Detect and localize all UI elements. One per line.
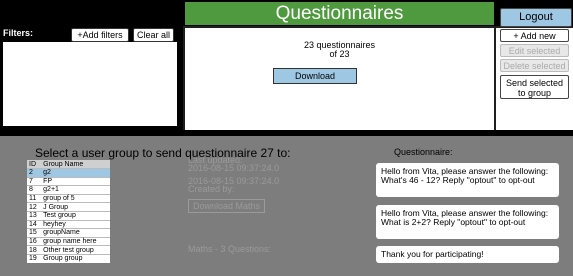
add-filters-button[interactable]: +Add filters [71, 28, 129, 42]
summary-panel: 23 questionnaires of 23 Download [185, 28, 494, 130]
page-title: Questionnaires [185, 2, 494, 25]
group-name: FP [41, 176, 110, 186]
group-name: group name here [41, 236, 110, 246]
header-bar: Questionnaires Logout [0, 0, 573, 27]
filters-label: Filters: [3, 28, 34, 38]
delete-selected-button[interactable]: Delete selected [500, 59, 569, 72]
edit-selected-button[interactable]: Edit selected [500, 44, 569, 57]
table-row[interactable]: 18 Other test group [27, 245, 110, 255]
group-id: 19 [27, 253, 42, 263]
group-name: g2 [41, 168, 110, 178]
logout-button[interactable]: Logout [500, 8, 572, 27]
group-name: Test group [41, 210, 110, 221]
table-row[interactable]: 2 g2 [27, 168, 110, 178]
table-row[interactable]: 15 groupName [27, 228, 110, 238]
user-group-table: ID Group Name 2 g2 7 FP 8 g2+1 11 group of 5… [27, 160, 110, 263]
dialog-title: Select a user group to send questionnair… [35, 146, 291, 160]
group-name: group of 5 [41, 193, 110, 203]
table-row[interactable]: 14 heyhey [27, 219, 110, 229]
table-row[interactable]: 13 Test group [27, 210, 110, 221]
column-header-id: ID [27, 160, 42, 169]
add-new-button[interactable]: + Add new [500, 29, 569, 42]
clear-all-button[interactable]: Clear all [133, 28, 174, 42]
message-bubble: Thank you for participating! [376, 246, 559, 263]
actions-panel: + Add new Edit selected Delete selected … [496, 28, 573, 130]
filters-panel: Filters: +Add filters Clear all [0, 26, 183, 130]
message-bubble: Hello from Vita, please answer the follo… [376, 205, 559, 239]
group-id: 18 [27, 245, 42, 255]
table-row[interactable]: 8 g2+1 [27, 185, 110, 195]
table-row[interactable]: 11 group of 5 [27, 193, 110, 203]
filters-list [3, 42, 177, 126]
group-id: 16 [27, 236, 42, 246]
created-by-label: Created by: [188, 184, 235, 194]
group-name: g2+1 [41, 185, 110, 195]
group-name: heyhey [41, 219, 110, 229]
group-name: Group group [41, 253, 110, 263]
group-id: 13 [27, 210, 42, 221]
group-id: 15 [27, 228, 42, 238]
group-id: 8 [27, 185, 42, 195]
timestamp-1: 2016-08-15 09:37:24.0 [188, 163, 280, 173]
group-name: J Group [41, 202, 110, 212]
group-name: Other test group [41, 245, 110, 255]
message-bubble: Hello from Vita, please answer the follo… [376, 163, 559, 197]
group-id: 11 [27, 193, 42, 203]
table-row[interactable]: 7 FP [27, 176, 110, 186]
group-id: 2 [27, 168, 42, 178]
group-name: groupName [41, 228, 110, 238]
column-header-group-name: Group Name [41, 160, 110, 169]
download-button[interactable]: Download [273, 68, 357, 84]
table-row[interactable]: 19 Group group [27, 253, 110, 263]
maths-label: Maths - 3 Questions: [188, 244, 272, 254]
send-selected-button[interactable]: Send selected to group [500, 75, 569, 99]
download-maths-button[interactable]: Download Maths [188, 199, 266, 213]
table-row[interactable]: 16 group name here [27, 236, 110, 246]
group-id: 12 [27, 202, 42, 212]
table-row[interactable]: 12 J Group [27, 202, 110, 212]
group-id: 14 [27, 219, 42, 229]
group-id: 7 [27, 176, 42, 186]
questionnaire-preview-label: Questionnaire: [394, 147, 453, 157]
questionnaire-total: of 23 [329, 49, 350, 59]
